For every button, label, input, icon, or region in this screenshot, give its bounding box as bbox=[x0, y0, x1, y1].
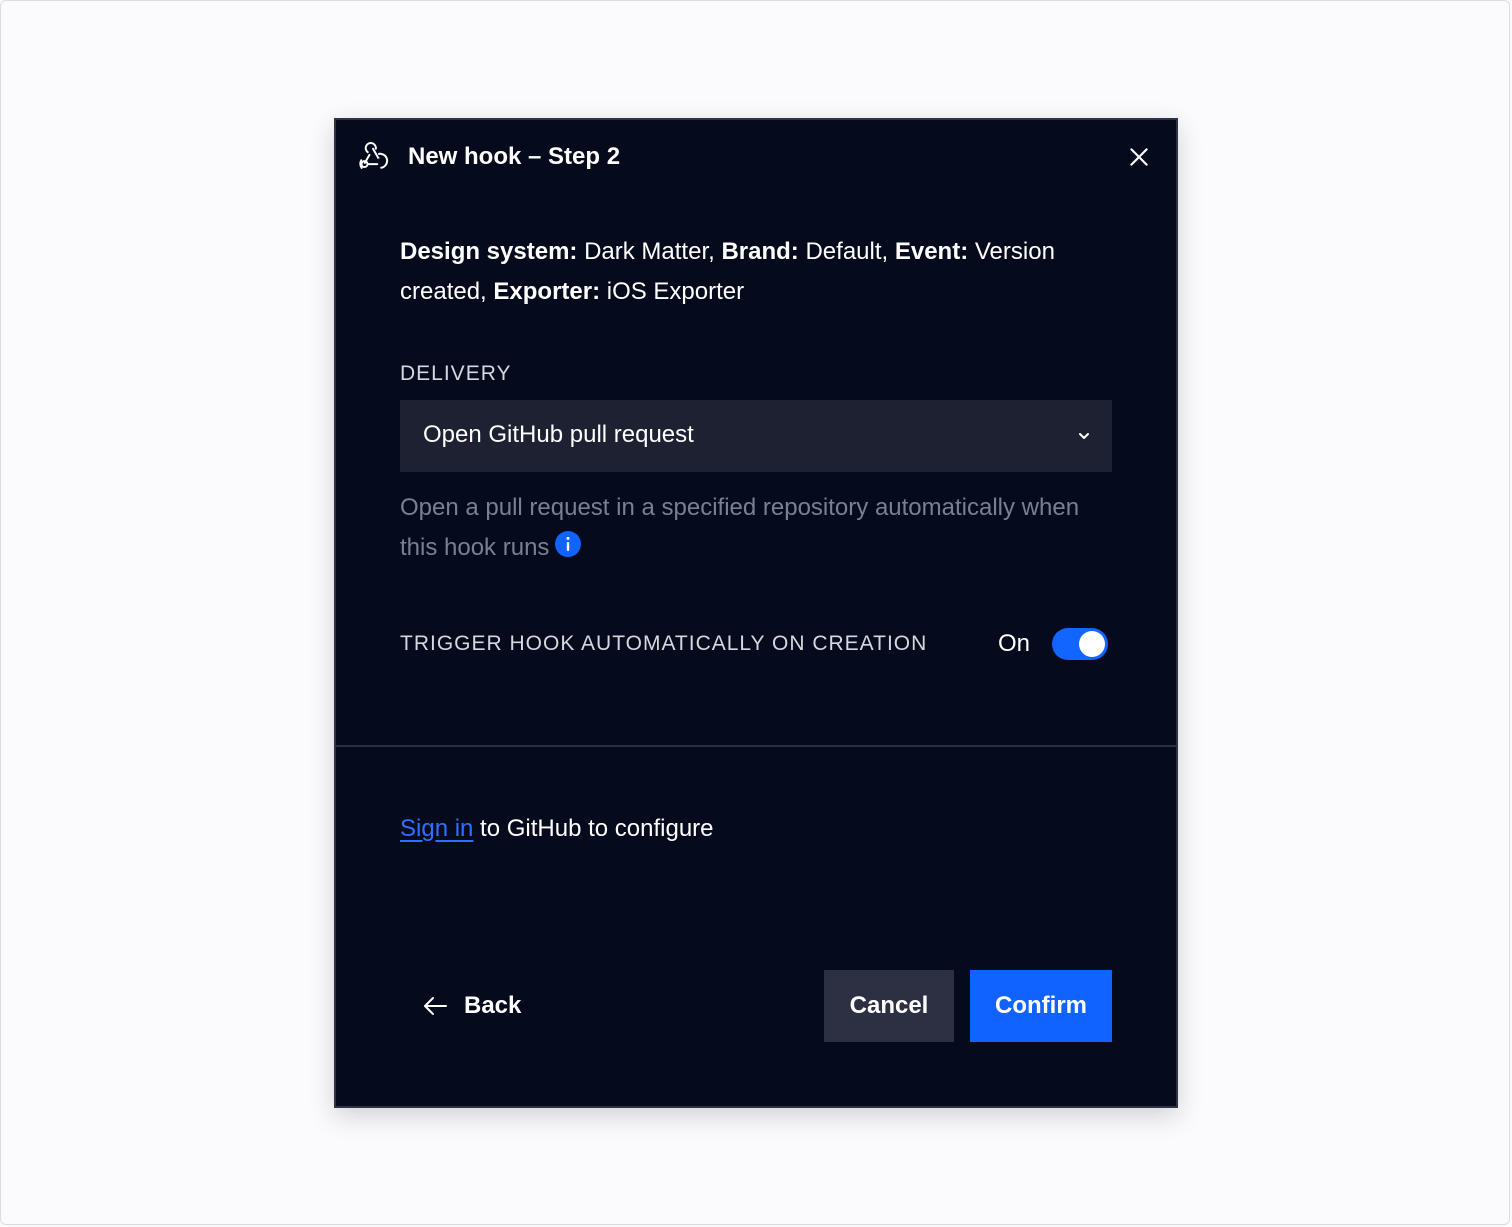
info-icon[interactable] bbox=[555, 531, 582, 557]
arrow-left-icon bbox=[424, 997, 447, 1015]
trigger-label: TRIGGER HOOK AUTOMATICALLY ON CREATION bbox=[400, 632, 928, 655]
signin-link[interactable]: Sign in bbox=[400, 815, 473, 842]
divider bbox=[336, 745, 1176, 747]
trigger-row: TRIGGER HOOK AUTOMATICALLY ON CREATION O… bbox=[400, 622, 1112, 666]
signin-text: to GitHub to configure bbox=[473, 815, 714, 842]
cancel-button[interactable]: Cancel bbox=[824, 970, 954, 1042]
delivery-label: DELIVERY bbox=[400, 362, 512, 385]
trigger-state-text: On bbox=[998, 630, 1031, 657]
close-icon[interactable] bbox=[1126, 144, 1152, 170]
signin-row: Sign in to GitHub to configure bbox=[400, 814, 714, 844]
design-system-label: Design system: bbox=[400, 238, 578, 265]
chevron-down-icon bbox=[1079, 433, 1089, 439]
toggle-knob bbox=[1079, 631, 1105, 657]
brand-label: Brand: bbox=[721, 238, 799, 265]
exporter-label: Exporter: bbox=[493, 278, 601, 305]
delivery-select[interactable]: Open GitHub pull request bbox=[400, 400, 1112, 472]
trigger-toggle[interactable] bbox=[1052, 628, 1108, 660]
exporter-value: iOS Exporter bbox=[600, 278, 745, 305]
event-label: Event: bbox=[894, 238, 969, 265]
confirm-button[interactable]: Confirm bbox=[970, 970, 1112, 1042]
delivery-select-value: Open GitHub pull request bbox=[423, 421, 694, 448]
back-label: Back bbox=[464, 992, 522, 1019]
dialog-header: New hook – Step 2 bbox=[336, 120, 1176, 196]
webhook-icon bbox=[359, 141, 389, 169]
delivery-helper: Open a pull request in a specified repos… bbox=[400, 488, 1100, 568]
brand-value: Default, bbox=[798, 238, 895, 265]
dialog-title: New hook – Step 2 bbox=[408, 143, 621, 170]
design-system-value: Dark Matter, bbox=[577, 238, 722, 265]
hook-summary: Design system: Dark Matter, Brand: Defau… bbox=[400, 232, 1100, 312]
new-hook-dialog: New hook – Step 2 Design system: Dark Ma… bbox=[334, 118, 1178, 1108]
delivery-helper-text: Open a pull request in a specified repos… bbox=[400, 494, 1080, 561]
